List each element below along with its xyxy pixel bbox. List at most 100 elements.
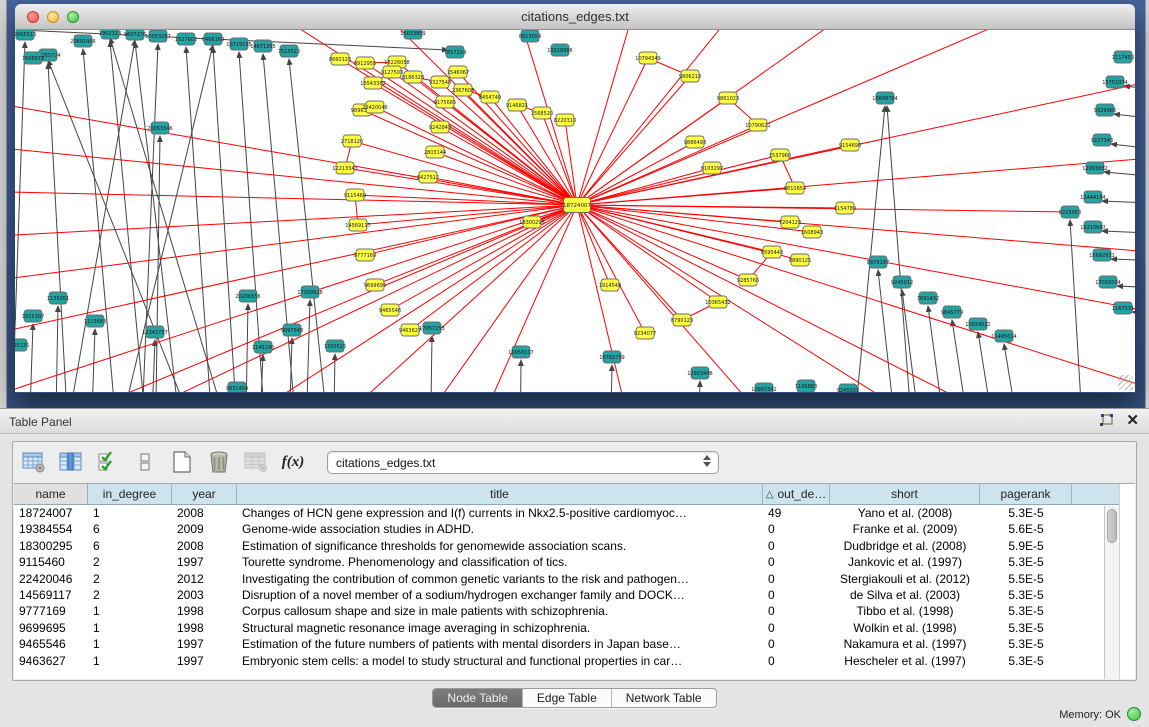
column-header-name[interactable]: name [14, 484, 88, 504]
graph-node[interactable]: 15751074 [1102, 76, 1127, 88]
graph-node[interactable]: 8186328 [402, 71, 424, 83]
graph-node[interactable]: 1914549 [599, 279, 621, 291]
graph-node[interactable]: 7606878 [22, 52, 44, 64]
graph-node[interactable]: 12342757 [142, 326, 167, 338]
graph-node[interactable]: 9831404 [226, 382, 248, 392]
graph-node[interactable]: 10790621 [745, 119, 770, 131]
graph-node[interactable]: 10719155 [226, 38, 251, 50]
graph-node[interactable]: 12923448 [687, 367, 712, 379]
graph-node[interactable]: 7204123 [779, 216, 801, 228]
graph-node[interactable]: 9463627 [399, 324, 421, 336]
graph-node[interactable]: 10794349 [635, 52, 660, 64]
graph-node[interactable]: 1154780 [834, 202, 856, 214]
graph-node[interactable]: 17016504 [1095, 276, 1120, 288]
graph-node[interactable]: 18300295 [519, 216, 544, 228]
window-titlebar[interactable]: citations_edges.txt [15, 4, 1135, 30]
graph-node[interactable]: 10924522 [965, 318, 990, 330]
graph-node[interactable]: 12444154 [1080, 191, 1105, 203]
column-header-pagerank[interactable]: pagerank [980, 484, 1072, 504]
column-header-year[interactable]: year [172, 484, 237, 504]
graph-node[interactable]: 9154690 [839, 139, 861, 151]
network-canvas[interactable]: 2005513140557242089140619023139607276105… [15, 30, 1135, 392]
graph-node[interactable]: 9245033 [837, 384, 859, 392]
table-row[interactable]: 946362711997Embryonic stem cells: a mode… [14, 653, 1135, 669]
select-rows-icon[interactable] [95, 449, 121, 475]
graph-node[interactable]: 7515522 [278, 45, 300, 57]
graph-node[interactable]: 2803144 [424, 146, 446, 158]
graph-node[interactable]: 8427512 [417, 171, 439, 183]
graph-node[interactable]: 20891406 [70, 35, 95, 47]
graph-node[interactable]: 22420046 [362, 101, 387, 113]
graph-node[interactable]: 9175685 [434, 96, 456, 108]
table-row[interactable]: 946554611997Estimation of the future num… [14, 636, 1135, 652]
graph-node[interactable]: 1546067 [447, 66, 469, 78]
table-select-dropdown[interactable]: citations_edges.txt [327, 451, 719, 474]
graph-node[interactable]: 1350515 [324, 340, 346, 352]
graph-node[interactable]: 10997342 [751, 383, 776, 392]
table-row[interactable]: 1830029562008Estimation of significance … [14, 538, 1135, 554]
graph-node[interactable]: 14671355 [250, 40, 275, 52]
graph-node[interactable]: 20206556 [235, 290, 260, 302]
graph-node[interactable]: 8454749 [479, 91, 501, 103]
citation-network-graph[interactable]: 2005513140557242089140619023139607276105… [15, 30, 1135, 392]
graph-node[interactable]: 8879197 [867, 256, 889, 268]
graph-node[interactable]: 2505135 [15, 339, 29, 351]
delete-table-icon[interactable] [243, 449, 269, 475]
table-vertical-scrollbar[interactable] [1104, 506, 1119, 679]
column-header-title[interactable]: title [237, 484, 763, 504]
graph-node[interactable]: 16648784 [872, 92, 897, 104]
graph-node[interactable]: 17957253 [419, 322, 444, 334]
graph-node[interactable]: 1902313 [99, 30, 121, 39]
delete-icon[interactable] [206, 449, 232, 475]
graph-node[interactable]: 1135051 [47, 292, 69, 304]
graph-node[interactable]: 8813054 [519, 30, 541, 42]
new-document-icon[interactable] [169, 449, 195, 475]
graph-node[interactable]: 9242843 [429, 121, 451, 133]
graph-node[interactable]: 16210643 [1080, 221, 1105, 233]
graph-node[interactable]: 11495614 [991, 330, 1016, 342]
graph-node[interactable]: 1608943 [801, 226, 823, 238]
graph-node[interactable]: 9806213 [679, 70, 701, 82]
table-row[interactable]: 1456911722003Disruption of a novel membe… [14, 587, 1135, 603]
graph-node[interactable]: 8912955 [354, 57, 376, 69]
graph-node[interactable]: 18724007 [563, 198, 591, 213]
table-column-icon[interactable] [58, 449, 84, 475]
graph-node[interactable]: 12213343 [332, 162, 357, 174]
graph-node[interactable]: 9845779 [941, 306, 963, 318]
graph-node[interactable]: 16033809 [400, 30, 425, 39]
graph-node[interactable]: 1117453 [1112, 51, 1134, 63]
table-row[interactable]: 1872400712008Changes of HCN gene express… [14, 505, 1135, 521]
graph-node[interactable]: 16958107 [508, 346, 533, 358]
graph-node[interactable]: 9146821 [506, 99, 528, 111]
graph-node[interactable]: 9861023 [717, 92, 739, 104]
graph-node[interactable]: 1537960 [769, 149, 791, 161]
graph-node[interactable]: 14569117 [345, 219, 370, 231]
graph-node[interactable]: 1167531 [1112, 302, 1134, 314]
graph-node[interactable]: 9227343 [1091, 134, 1113, 146]
graph-node[interactable]: 8220310 [554, 114, 576, 126]
graph-node[interactable]: 12093832 [1082, 162, 1107, 174]
graph-node[interactable]: 8660123 [329, 53, 351, 65]
column-header-out_de[interactable]: △out_de… [763, 484, 830, 504]
column-header-in_degree[interactable]: in_degree [88, 484, 172, 504]
graph-node[interactable]: 1106883 [795, 380, 817, 392]
graph-node[interactable]: 9327548 [429, 76, 451, 88]
graph-node[interactable]: 9777169 [354, 249, 376, 261]
graph-node[interactable]: 9097548 [281, 324, 303, 336]
graph-node[interactable]: 10365432 [705, 296, 730, 308]
graph-node[interactable]: 7691432 [917, 292, 939, 304]
graph-node[interactable]: 1145190 [252, 341, 274, 353]
table-settings-icon[interactable] [21, 449, 47, 475]
table-row[interactable]: 911546021997Tourette syndrome. Phenomeno… [14, 554, 1135, 570]
graph-node[interactable]: 9699695 [364, 279, 386, 291]
column-header-short[interactable]: short [830, 484, 980, 504]
graph-node[interactable]: 8215953 [1059, 206, 1081, 218]
graph-node[interactable]: 2005513 [15, 30, 36, 40]
graph-node[interactable]: 9607276 [124, 30, 146, 40]
graph-node[interactable]: 9115460 [344, 189, 366, 201]
graph-node[interactable]: 6466160 [202, 33, 224, 45]
table-row[interactable]: 977716911998Corpus callosum shape and si… [14, 603, 1135, 619]
graph-node[interactable]: 1527602 [175, 33, 197, 45]
graph-node[interactable]: 9285766 [737, 274, 759, 286]
graph-node[interactable]: 8103297 [701, 162, 723, 174]
